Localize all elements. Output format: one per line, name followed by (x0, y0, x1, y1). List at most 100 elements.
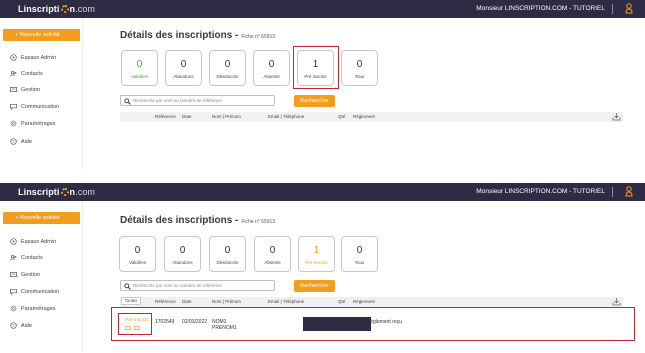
user-name[interactable]: Monsieur LINSCRIPTION.COM - TUTORIEL (476, 5, 605, 12)
sidebar-item-label: Communication (21, 103, 60, 110)
download-icon[interactable] (612, 297, 621, 306)
help-icon: ? (10, 138, 17, 145)
stat-tous[interactable]: 0 Tous (341, 50, 378, 86)
search-button[interactable]: Rechercher (294, 95, 335, 107)
stat-abandons[interactable]: 0 Abandons (165, 50, 202, 86)
sidebar-item-gestion[interactable]: Gestion (10, 86, 40, 93)
toutes-dropdown[interactable]: Toutes (121, 297, 141, 305)
sidebar-item-label: Paramétrages (21, 305, 56, 312)
stat-absents[interactable]: 0 Absents (254, 236, 291, 272)
stat-validees[interactable]: 0 Validées (119, 236, 156, 272)
page-title: Détails des inscriptions - Fiche n° 65913 (120, 30, 276, 41)
main-content: Détails des inscriptions - Fiche n° 65913… (83, 18, 645, 169)
sidebar-item-label: Espace Admin (21, 238, 57, 245)
logo[interactable]: Linscripti n.com (18, 187, 95, 197)
screenshot-after: Linscripti n.com Monsieur LINSCRIPTION.CO… (0, 183, 645, 352)
search-box[interactable] (120, 95, 275, 106)
sidebar-item-label: Gestion (21, 271, 40, 278)
settings-icon (10, 120, 17, 127)
svg-text:?: ? (12, 323, 15, 328)
search-icon (124, 282, 131, 290)
search-icon (124, 97, 131, 105)
stat-pre-inscrits[interactable]: 1 Pré-inscrits (298, 236, 335, 272)
sidebar-item-gestion[interactable]: Gestion (10, 271, 40, 278)
fiche-number: Fiche n° 65913 (241, 219, 276, 225)
stat-validees[interactable]: 0 Validées (121, 50, 158, 86)
svg-text:?: ? (12, 139, 15, 144)
communication-icon (10, 103, 17, 110)
stat-absents[interactable]: 0 Absents (253, 50, 290, 86)
logo[interactable]: Linscripti n.com (18, 4, 95, 14)
sidebar-item-label: Gestion (21, 86, 40, 93)
sidebar-item-aide[interactable]: ? Aide (10, 138, 32, 145)
sidebar-item-communication[interactable]: Communication (10, 288, 59, 295)
sidebar-item-label: Communication (21, 288, 60, 295)
search-input[interactable] (133, 281, 273, 290)
col-reglement[interactable]: Règlement (353, 114, 375, 119)
highlight-pre-inscrits (293, 46, 339, 89)
sidebar-item-parametrages[interactable]: Paramétrages (10, 120, 56, 127)
col-nom-prenom[interactable]: Nom | Prénom (212, 299, 241, 304)
col-reference[interactable]: Référence (155, 114, 176, 119)
sidebar-item-contacts[interactable]: Contacts (10, 70, 43, 77)
contacts-icon (10, 254, 17, 261)
search-box[interactable] (120, 280, 275, 291)
col-reglement[interactable]: Règlement (353, 299, 375, 304)
sidebar-item-label: Contacts (21, 70, 43, 77)
sidebar-item-parametrages[interactable]: Paramétrages (10, 305, 56, 312)
sidebar-item-label: Aide (21, 322, 33, 329)
sidebar-item-communication[interactable]: Communication (10, 103, 59, 110)
highlight-row (111, 307, 635, 341)
communication-icon (10, 288, 17, 295)
contacts-icon (10, 70, 17, 77)
new-activity-button[interactable]: + Nouvelle activité (3, 29, 80, 41)
admin-icon (10, 54, 17, 61)
gestion-icon (10, 271, 17, 278)
fiche-number: Fiche n° 65913 (241, 34, 276, 40)
highlight-status (118, 313, 152, 335)
sidebar-item-label: Aide (21, 138, 33, 145)
admin-icon (10, 238, 17, 245)
col-qte[interactable]: Qté (338, 299, 345, 304)
divider (612, 4, 613, 14)
sidebar: + Nouvelle activité Espace Admin Contact… (0, 201, 83, 352)
sidebar-item-label: Paramétrages (21, 120, 56, 127)
top-bar: Linscripti n.com Monsieur LINSCRIPTION.CO… (0, 0, 645, 18)
stat-abandons[interactable]: 0 Abandons (164, 236, 201, 272)
search-input[interactable] (133, 96, 273, 105)
table-header: Référence Date Nom | Prénom Email | Télé… (120, 112, 623, 122)
col-date[interactable]: Date (182, 299, 192, 304)
col-date[interactable]: Date (182, 114, 192, 119)
table-header: Toutes Référence Date Nom | Prénom Email… (120, 297, 623, 307)
col-reference[interactable]: Référence (155, 299, 176, 304)
col-nom-prenom[interactable]: Nom | Prénom (212, 114, 241, 119)
sidebar-item-label: Contacts (21, 254, 43, 261)
page-title: Détails des inscriptions - Fiche n° 65913 (120, 215, 276, 226)
search-button[interactable]: Rechercher (294, 280, 335, 292)
gestion-icon (10, 86, 17, 93)
top-bar: Linscripti n.com Monsieur LINSCRIPTION.CO… (0, 183, 645, 201)
sidebar-item-espace-admin[interactable]: Espace Admin (10, 54, 56, 61)
sidebar-item-aide[interactable]: ? Aide (10, 322, 32, 329)
logo-gear-icon (60, 5, 69, 13)
user-icon[interactable] (625, 3, 633, 14)
help-icon: ? (10, 322, 17, 329)
sidebar-item-label: Espace Admin (21, 54, 57, 61)
settings-icon (10, 305, 17, 312)
sidebar: + Nouvelle activité Espace Admin Contact… (0, 18, 83, 169)
col-qte[interactable]: Qté (338, 114, 345, 119)
sidebar-item-contacts[interactable]: Contacts (10, 254, 43, 261)
stat-tous[interactable]: 0 Tous (341, 236, 378, 272)
col-email-telephone[interactable]: Email | Téléphone (268, 299, 304, 304)
col-email-telephone[interactable]: Email | Téléphone (268, 114, 304, 119)
stat-desinscrits[interactable]: 0 Désinscrits (209, 50, 246, 86)
stat-desinscrits[interactable]: 0 Désinscrits (209, 236, 246, 272)
user-name[interactable]: Monsieur LINSCRIPTION.COM - TUTORIEL (476, 188, 605, 195)
new-activity-button[interactable]: + Nouvelle activité (3, 212, 80, 224)
user-icon[interactable] (625, 186, 633, 197)
divider (612, 187, 613, 197)
logo-gear-icon (60, 188, 69, 196)
download-icon[interactable] (612, 112, 621, 121)
screenshot-before: Linscripti n.com Monsieur LINSCRIPTION.CO… (0, 0, 645, 169)
sidebar-item-espace-admin[interactable]: Espace Admin (10, 238, 56, 245)
